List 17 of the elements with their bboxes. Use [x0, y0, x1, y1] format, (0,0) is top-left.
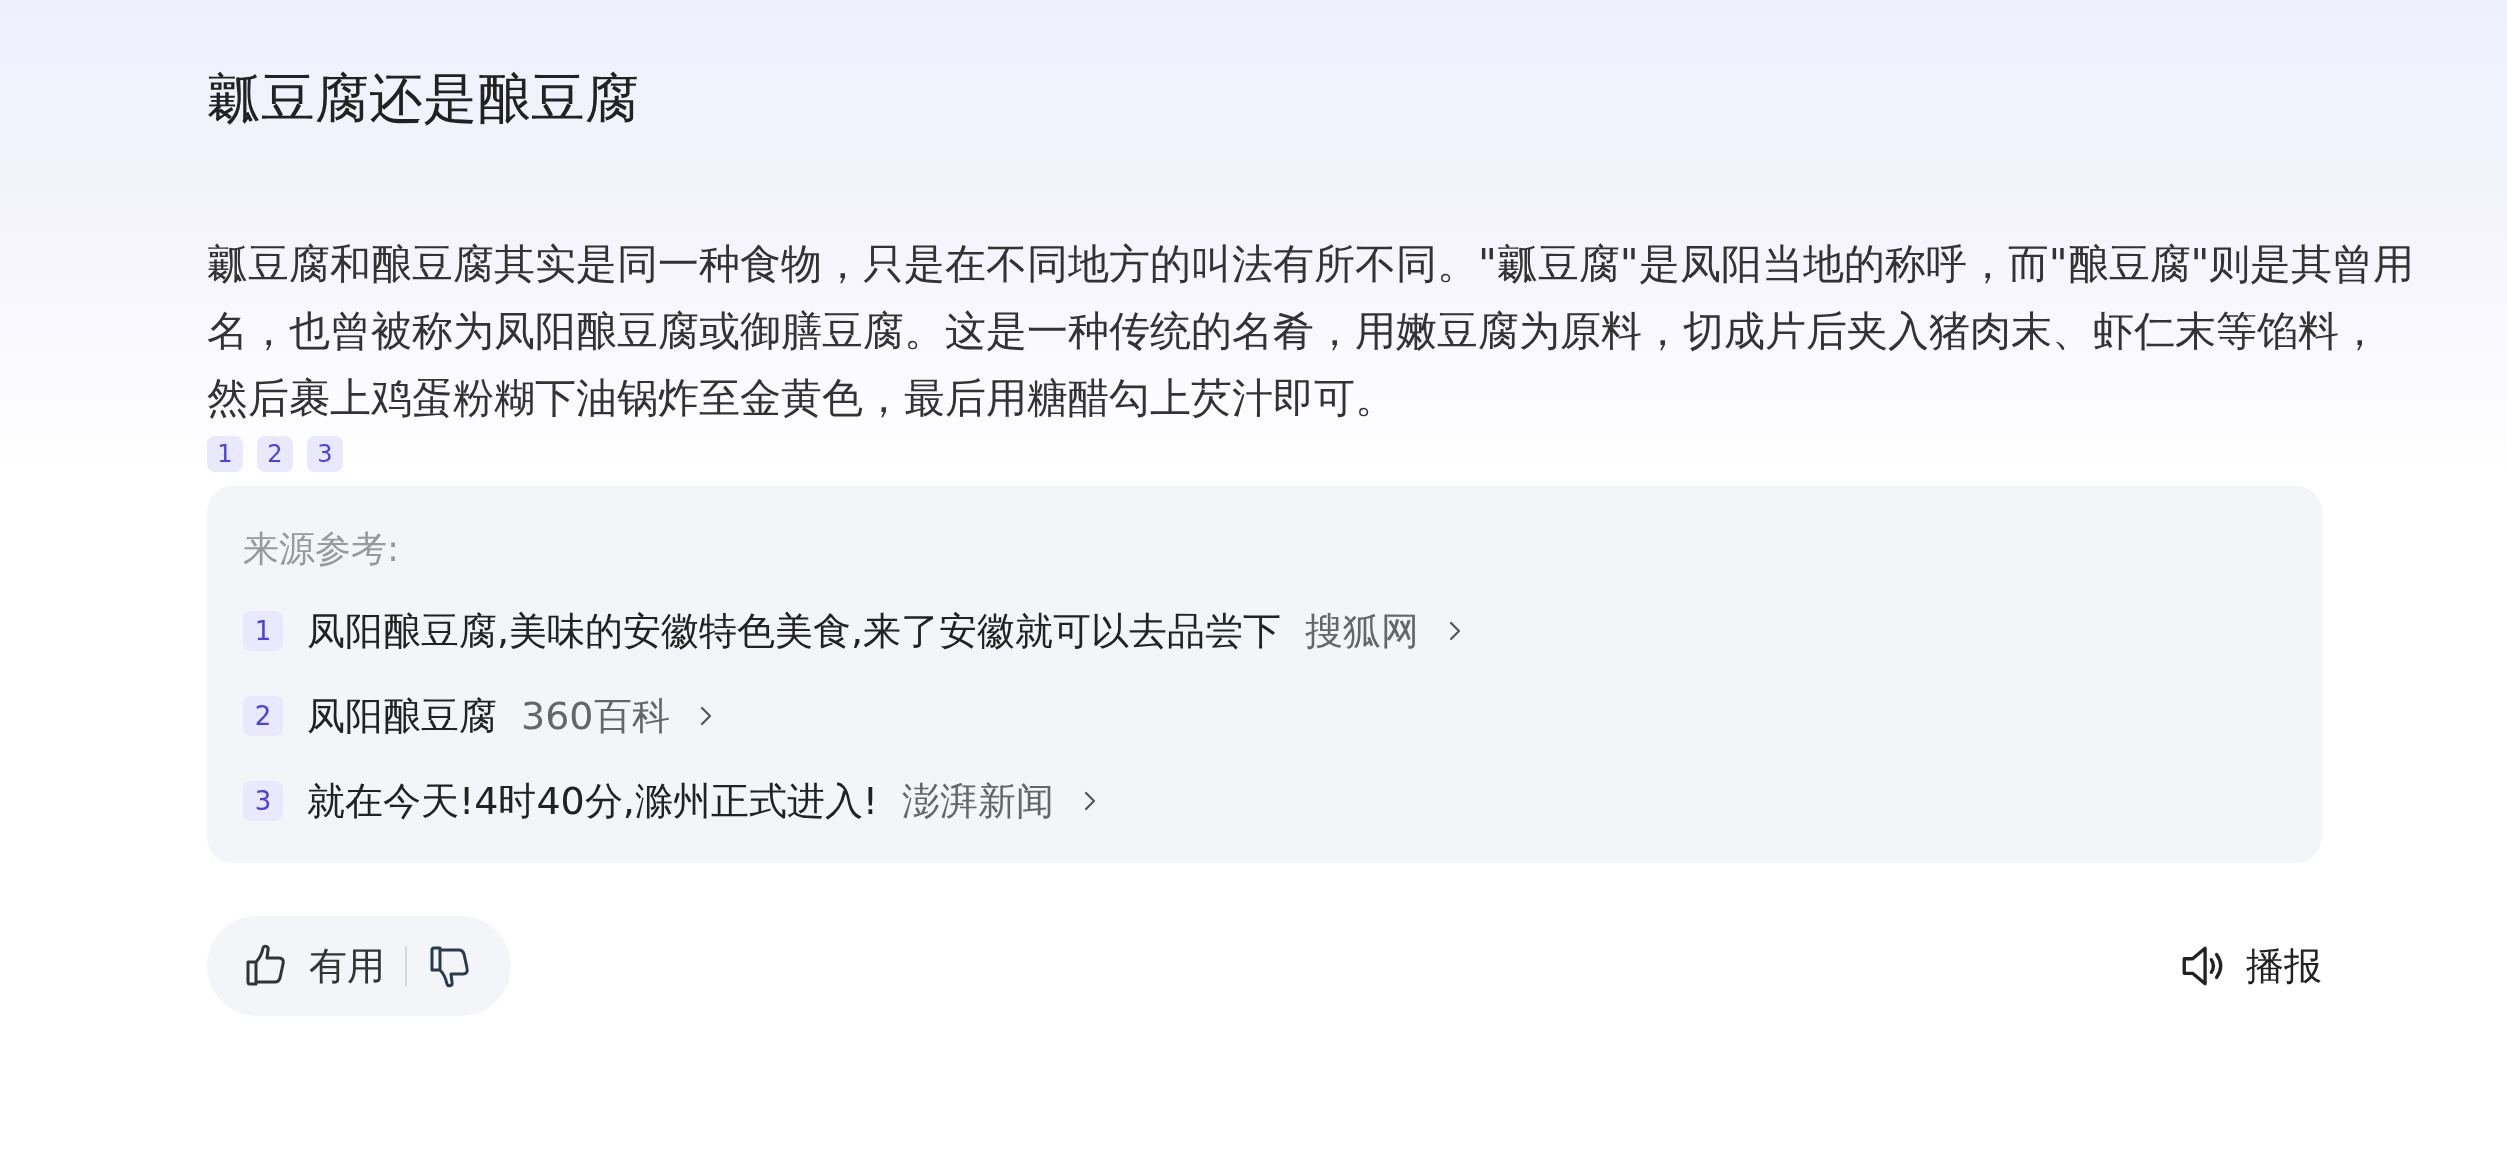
source-site: 搜狐网 — [1305, 607, 1420, 655]
citation-badge[interactable]: 3 — [307, 436, 343, 472]
source-link[interactable]: 凤阳酿豆腐 — [307, 690, 497, 742]
page-title: 瓤豆腐还是酿豆腐 — [207, 66, 640, 132]
source-link[interactable]: 凤阳酿豆腐,美味的安徽特色美食,来了安徽就可以去品尝下 — [307, 605, 1282, 657]
answer-paragraph: 瓤豆腐和酿豆腐其实是同一种食物，只是在不同地方的叫法有所不同。"瓤豆腐"是凤阳当地的称呼，而"酿豆腐"则是其曾用名，也曾被称为凤阳酿豆腐或御膳豆腐。这是一种传统的名肴，用嫩豆腐为原料，切成片后夹入猪肉末、虾仁末等馅料，然后裹上鸡蛋粉糊下油锅炸至金黄色，最后用糖醋勾上芡汁即可。 — [207, 239, 2416, 424]
source-number-badge: 3 — [243, 781, 283, 821]
like-button[interactable]: 有用 — [243, 940, 385, 992]
source-site: 360百科 — [521, 692, 670, 740]
citation-badge[interactable]: 1 — [207, 436, 243, 472]
source-site: 澎湃新闻 — [902, 777, 1055, 825]
sources-label: 来源参考: — [243, 527, 401, 571]
citation-badge[interactable]: 2 — [257, 436, 293, 472]
source-number-badge: 2 — [243, 696, 283, 736]
read-aloud-button[interactable]: 播报 — [2178, 940, 2322, 992]
source-link[interactable]: 就在今天!4时40分,滁州正式进入! — [307, 775, 879, 827]
source-number-badge: 1 — [243, 611, 283, 651]
